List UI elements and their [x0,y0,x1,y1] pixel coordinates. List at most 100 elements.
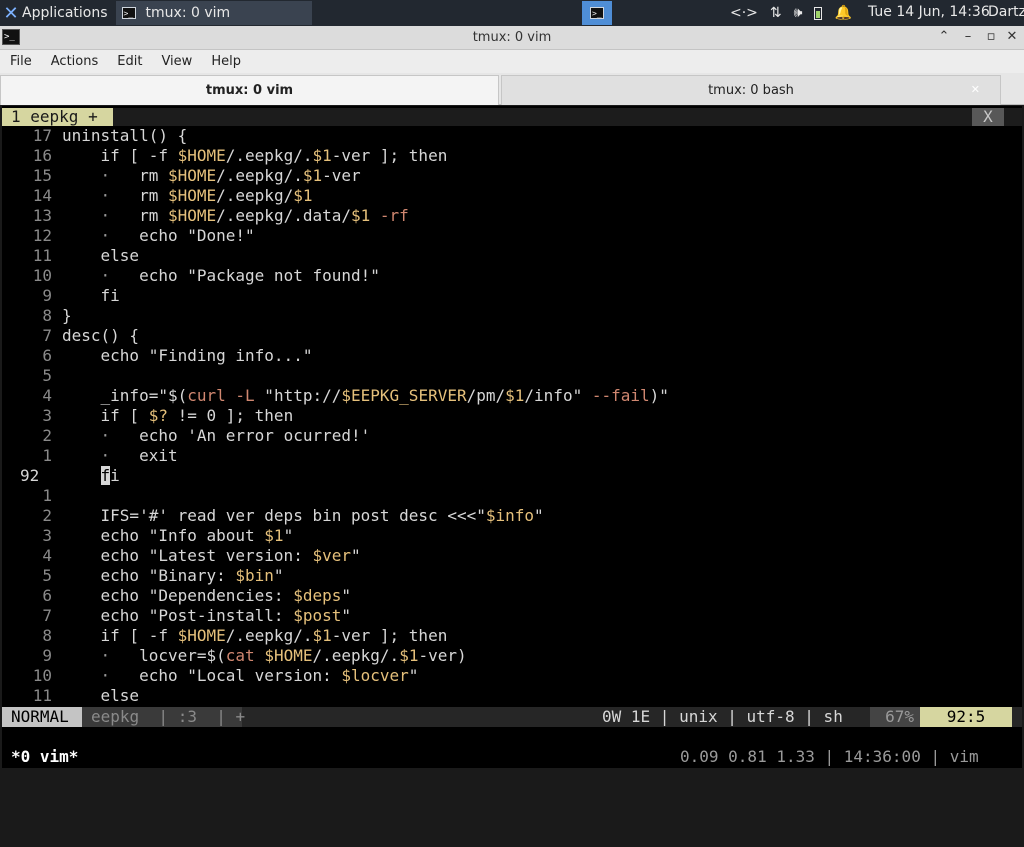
code-line[interactable]: 11 else [2,246,1022,266]
line-text: · rm $HOME/.eepkg/.data/$1 -rf [100,206,409,225]
line-number: 4 [42,386,52,405]
line-number: 2 [42,506,52,525]
maximize-button[interactable]: ▫ [983,29,999,44]
minimize-button[interactable]: – [960,29,976,44]
code-line[interactable]: 5 echo "Binary: $bin" [2,566,1022,586]
code-line[interactable]: 4 _info="$(curl -L "http://$EEPKG_SERVER… [2,386,1022,406]
code-line[interactable]: 7 echo "Post-install: $post" [2,606,1022,626]
code-line[interactable]: 9 · locver=$(cat $HOME/.eepkg/.$1-ver) [2,646,1022,666]
line-number: 10 [32,666,52,685]
tmux-window-list[interactable]: *0 vim* [11,747,78,767]
vim-buffer-close[interactable]: X [972,108,1004,126]
line-number: 9 [42,286,52,305]
code-line[interactable]: 13 · rm $HOME/.eepkg/.data/$1 -rf [2,206,1022,226]
line-number: 13 [32,206,52,225]
code-line[interactable]: 2 · echo 'An error ocurred!' [2,426,1022,446]
line-number: 92 [20,466,40,485]
taskbar-window-button[interactable]: >_ tmux: 0 vim [115,1,312,25]
code-line[interactable]: 8 if [ -f $HOME/.eepkg/.$1-ver ]; then [2,626,1022,646]
network-arrows-icon[interactable]: <·> [730,5,758,21]
code-line[interactable]: 2 IFS='#' read ver deps bin post desc <<… [2,506,1022,526]
vim-tabline: 1 eepkg + X [2,108,1022,126]
terminal-launcher-button[interactable]: >_ [582,1,612,25]
line-text: · rm $HOME/.eepkg/$1 [100,186,313,205]
line-text: } [62,306,72,325]
bell-icon[interactable]: 🔔 [834,5,851,21]
code-line[interactable]: 1 [2,486,1022,506]
menu-view[interactable]: View [151,54,201,69]
menubar: File Actions Edit View Help [0,50,1024,73]
line-number: 17 [32,126,52,145]
line-number: 15 [32,166,52,185]
tab-tmux-bash[interactable]: tmux: 0 bash ✕ [501,75,1001,105]
line-number: 4 [42,546,52,565]
clock[interactable]: Tue 14 Jun, 14:36 [868,4,990,20]
code-line[interactable]: 8} [2,306,1022,326]
code-line[interactable]: 6 echo "Finding info..." [2,346,1022,366]
close-button[interactable]: ✕ [1004,29,1020,44]
line-text: _info="$(curl -L "http://$EEPKG_SERVER/p… [62,386,669,405]
line-text: uninstall() { [62,126,188,145]
line-text: · locver=$(cat $HOME/.eepkg/.$1-ver) [100,646,467,665]
line-text: fi [62,286,120,305]
tab-label: tmux: 0 bash [708,83,794,98]
code-line[interactable]: 9 fi [2,286,1022,306]
applications-menu[interactable]: ✕ Applications [0,0,110,26]
code-line[interactable]: 3 if [ $? != 0 ]; then [2,406,1022,426]
line-number: 5 [42,366,52,385]
chevron-up-icon[interactable]: ⌃ [936,29,952,44]
battery-icon[interactable] [814,6,823,20]
line-text: · echo "Local version: $locver" [100,666,419,685]
line-number: 7 [42,606,52,625]
code-line[interactable]: 3 echo "Info about $1" [2,526,1022,546]
menu-edit[interactable]: Edit [107,54,151,69]
tmux-statusbar: *0 vim* 0.09 0.81 1.33 | 14:36:00 | vim [2,747,1022,767]
line-text: desc() { [62,326,140,345]
code-line[interactable]: 10 · echo "Local version: $locver" [2,666,1022,686]
line-number: 10 [32,266,52,285]
code-line[interactable]: 14 · rm $HOME/.eepkg/$1 [2,186,1022,206]
terminal-area[interactable]: 1 eepkg + X 17 uninstall() {16 if [ -f $H… [2,106,1022,768]
code-line[interactable]: 92 fi [2,466,1022,486]
terminal-icon: >_ [590,7,604,19]
code-line[interactable]: 1 · exit [2,446,1022,466]
code-line[interactable]: 10 · echo "Package not found!" [2,266,1022,286]
user-menu[interactable]: Dartz [988,4,1024,20]
line-text: IFS='#' read ver deps bin post desc <<<"… [62,506,544,525]
code-line[interactable]: 12 · echo "Done!" [2,226,1022,246]
line-number: 5 [42,566,52,585]
code-line[interactable]: 11 else [2,686,1022,706]
line-number: 9 [42,646,52,665]
code-line[interactable]: 15 · rm $HOME/.eepkg/.$1-ver [2,166,1022,186]
line-number: 1 [42,486,52,505]
code-line[interactable]: 7 desc() { [2,326,1022,346]
code-line[interactable]: 17 uninstall() { [2,126,1022,146]
vim-mode: NORMAL [2,707,82,727]
code-line[interactable]: 6 echo "Dependencies: $deps" [2,586,1022,606]
vim-buffer-tab[interactable]: 1 eepkg + [2,108,113,126]
vim-cursor-position: 92:5 [920,707,1012,727]
taskbar-window-label: tmux: 0 vim [145,5,231,21]
menu-actions[interactable]: Actions [41,54,108,69]
code-line[interactable]: 4 echo "Latest version: $ver" [2,546,1022,566]
line-number: 12 [32,226,52,245]
line-text: · echo 'An error ocurred!' [100,426,371,445]
menu-help[interactable]: Help [201,54,250,69]
xfce-logo-icon: ✕ [3,2,19,24]
code-line[interactable]: 16 if [ -f $HOME/.eepkg/.$1-ver ]; then [2,146,1022,166]
vim-editor[interactable]: 17 uninstall() {16 if [ -f $HOME/.eepkg/.… [2,126,1022,706]
network-updown-icon[interactable]: ⇅ [770,5,782,21]
close-icon[interactable]: ✕ [971,83,980,96]
line-text: echo "Dependencies: $deps" [62,586,351,605]
line-number: 3 [42,406,52,425]
tab-tmux-vim[interactable]: tmux: 0 vim [0,75,499,105]
line-text: if [ -f $HOME/.eepkg/.$1-ver ]; then [62,146,448,165]
line-number: 16 [32,146,52,165]
line-text: echo "Finding info..." [62,346,313,365]
menu-file[interactable]: File [0,54,41,69]
window-title: tmux: 0 vim [472,30,552,45]
code-line[interactable]: 5 [2,366,1022,386]
line-number: 2 [42,426,52,445]
volume-icon[interactable]: 🕪 [794,5,803,21]
tmux-status-right: 0.09 0.81 1.33 | 14:36:00 | vim [680,747,979,766]
